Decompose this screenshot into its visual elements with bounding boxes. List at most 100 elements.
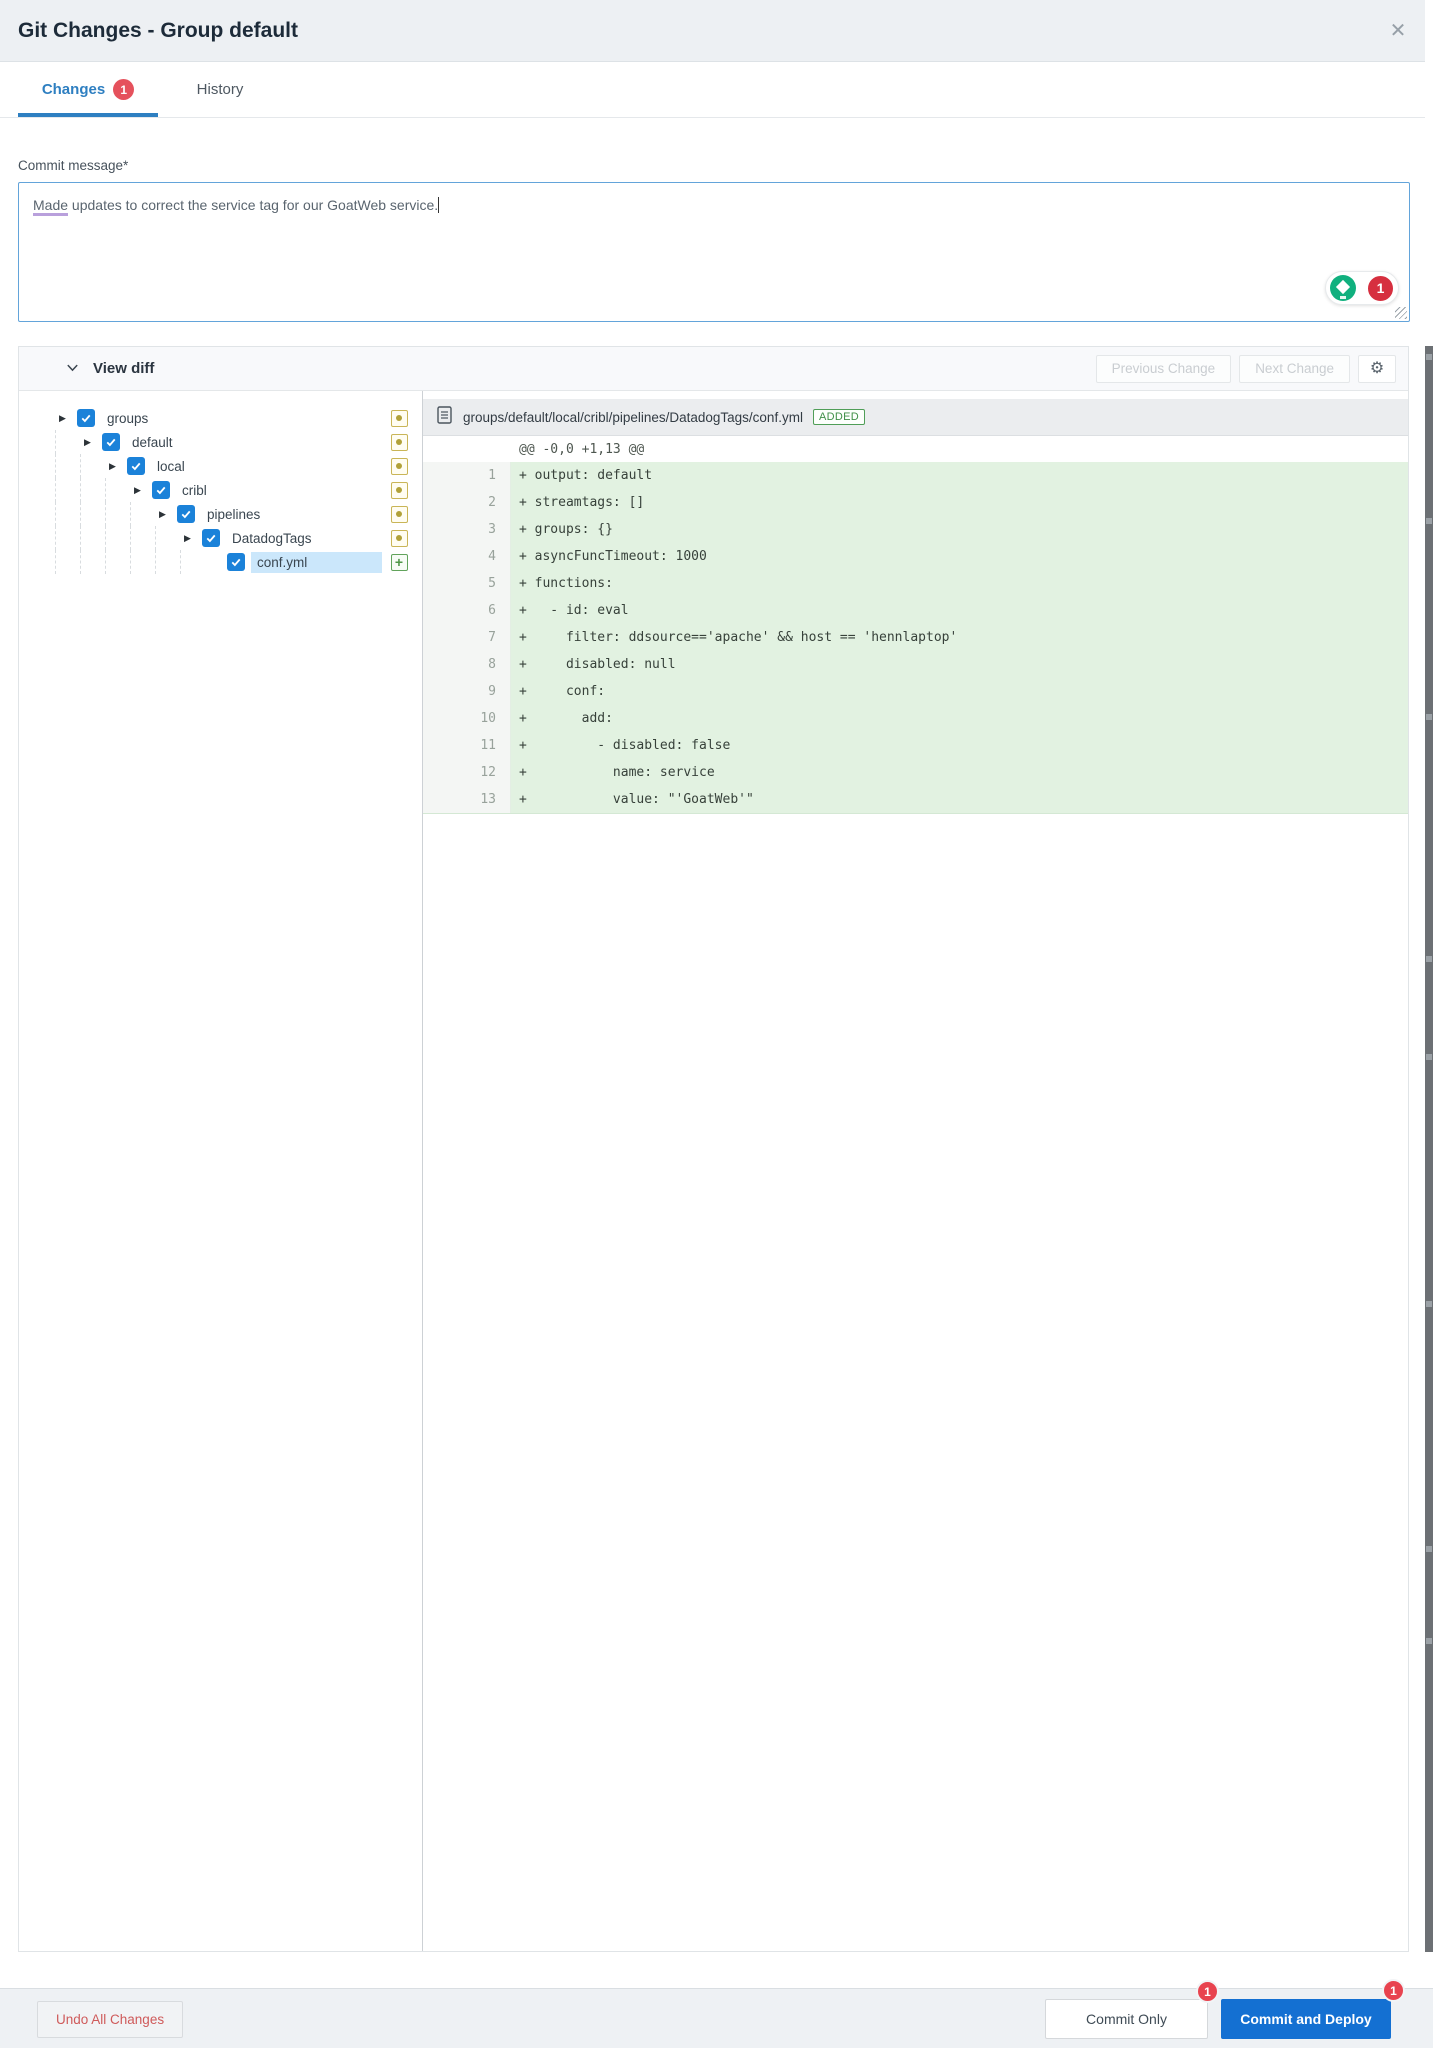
modified-dot [396,415,402,421]
tree-checkbox-DatadogTags[interactable] [202,529,220,547]
tree-item-label[interactable]: DatadogTags [232,531,312,546]
diff-line: 13+ value: "'GoatWeb'" [423,786,1408,813]
tree-item-label[interactable]: pipelines [207,507,260,522]
writing-assistant-widget[interactable]: 1 [1325,271,1399,305]
tab-history[interactable]: History [175,62,265,117]
diff-line-number: 11 [423,732,511,759]
tree-indent-guide [180,550,205,574]
tree-checkbox-default[interactable] [102,433,120,451]
diff-line-number: 5 [423,570,511,597]
tree-checkbox-pipelines[interactable] [177,505,195,523]
diff-line-number: 1 [423,462,511,489]
tree-checkbox-local[interactable] [127,457,145,475]
commit-text: updates to correct the service tag for o… [68,197,438,213]
diff-line-code: + asyncFuncTimeout: 1000 [511,543,1408,570]
tree-status-column [382,482,416,499]
tree-status-column: + [382,554,416,571]
tree-item-label[interactable]: default [132,435,173,450]
tree-label-wrap: DatadogTags [226,528,382,549]
tree-indent-guide [105,550,130,574]
tree-caret-icon[interactable]: ▶ [130,485,152,496]
textarea-resize-handle[interactable] [1395,307,1407,319]
commit-only-button[interactable]: Commit Only [1045,1999,1208,2039]
tree-row-default[interactable]: ▶ default [19,430,422,454]
close-icon[interactable]: ✕ [1381,15,1415,47]
diff-hunk-header: @@ -0,0 +1,13 @@ [423,436,1408,462]
diff-line: 1+ output: default [423,462,1408,489]
modified-dot [396,535,402,541]
file-icon [437,406,452,429]
tree-checkbox-cribl[interactable] [152,481,170,499]
tree-indent-guide [55,430,80,454]
tree-row-groups[interactable]: ▶ groups [19,406,422,430]
diff-line-number: 2 [423,489,511,516]
next-change-button[interactable]: Next Change [1239,355,1350,383]
hunk-gutter [423,436,511,462]
tree-item-label[interactable]: conf.yml [257,555,307,570]
gear-icon[interactable]: ⚙ [1358,355,1396,383]
commit-and-deploy-button[interactable]: Commit and Deploy [1221,1999,1391,2039]
assistant-suggestion-badge: 1 [1367,275,1394,302]
tree-checkbox-conf.yml[interactable] [227,553,245,571]
hunk-header-text: @@ -0,0 +1,13 @@ [511,436,1408,462]
tree-status-column [382,458,416,475]
previous-change-button[interactable]: Previous Change [1096,355,1232,383]
diff-line: 8+ disabled: null [423,651,1408,678]
git-changes-modal: Git Changes - Group default ✕ Changes 1 … [0,0,1433,2048]
view-diff-toggle[interactable]: View diff [65,360,154,378]
tab-bar: Changes 1 History [0,62,1425,118]
undo-all-changes-button[interactable]: Undo All Changes [37,2001,183,2038]
tree-indent-guide [55,502,80,526]
view-diff-section: View diff Previous Change Next Change ⚙ … [18,346,1409,1952]
tree-label-wrap: conf.yml [251,552,382,573]
diff-lines: 1+ output: default2+ streamtags: []3+ gr… [423,462,1408,814]
tree-row-cribl[interactable]: ▶ cribl [19,478,422,502]
tree-caret-icon[interactable]: ▶ [55,413,77,424]
page-edge-strip [1425,346,1433,1952]
tree-row-local[interactable]: ▶ local [19,454,422,478]
tree-checkbox-groups[interactable] [77,409,95,427]
tree-indent-guide [80,454,105,478]
tree-indent-guide [130,526,155,550]
modified-status-icon [391,434,408,451]
tree-label-wrap: default [126,432,382,453]
diff-line-code: + streamtags: [] [511,489,1408,516]
modified-dot [396,439,402,445]
diff-file-header: groups/default/local/cribl/pipelines/Dat… [423,399,1408,436]
tree-caret-icon[interactable]: ▶ [180,533,202,544]
tree-status-column [382,530,416,547]
diff-line-number: 4 [423,543,511,570]
diff-file-path: groups/default/local/cribl/pipelines/Dat… [463,410,803,425]
tree-caret-icon[interactable]: ▶ [105,461,127,472]
diff-line-code: + value: "'GoatWeb'" [511,786,1408,813]
assistant-bulb-icon [1330,275,1356,301]
tree-indent-guide [155,550,180,574]
tree-caret-icon[interactable]: ▶ [155,509,177,520]
tree-item-label[interactable]: groups [107,411,148,426]
commit-message-input[interactable]: Made updates to correct the service tag … [18,182,1410,322]
page-title: Git Changes - Group default [18,0,298,62]
active-tab-underline [18,113,158,117]
tree-item-label[interactable]: local [157,459,185,474]
tree-indent-guide [55,550,80,574]
diff-line-number: 12 [423,759,511,786]
tab-changes[interactable]: Changes 1 [18,62,158,117]
tree-row-pipelines[interactable]: ▶ pipelines [19,502,422,526]
tab-changes-label: Changes [42,81,105,98]
diff-line: 11+ - disabled: false [423,732,1408,759]
tree-row-conf.yml[interactable]: conf.yml + [19,550,422,574]
diff-line-number: 6 [423,597,511,624]
tree-indent-guide [105,478,130,502]
diff-line: 7+ filter: ddsource=='apache' && host ==… [423,624,1408,651]
diff-line-number: 7 [423,624,511,651]
tree-indent-guide [130,502,155,526]
tree-row-DatadogTags[interactable]: ▶ DatadogTags [19,526,422,550]
diff-line: 2+ streamtags: [] [423,489,1408,516]
tree-item-label[interactable]: cribl [182,483,207,498]
diff-line: 6+ - id: eval [423,597,1408,624]
modal-header: Git Changes - Group default ✕ [0,0,1425,62]
commit-message-label: Commit message* [18,158,128,173]
diff-line: 3+ groups: {} [423,516,1408,543]
tree-caret-icon[interactable]: ▶ [80,437,102,448]
view-diff-header: View diff Previous Change Next Change ⚙ [19,347,1408,391]
